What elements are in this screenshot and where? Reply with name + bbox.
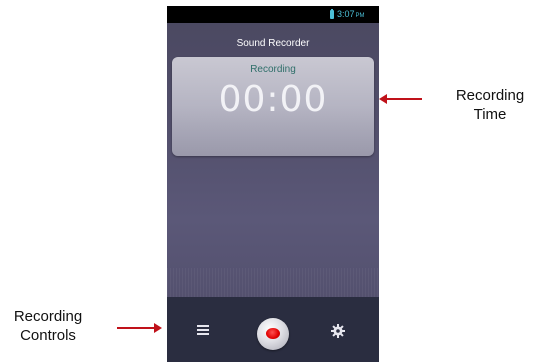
annotation-line: Time	[473, 106, 507, 123]
status-bar: 3:07PM	[167, 6, 379, 23]
background-texture-band	[167, 268, 379, 298]
record-button[interactable]	[257, 318, 289, 350]
app-title: Sound Recorder	[236, 38, 310, 49]
status-time-ampm: PM	[355, 13, 365, 19]
gear-icon	[331, 324, 345, 338]
screenshot-canvas: 3:07PM Sound Recorder Recording 00:00 Re…	[0, 0, 536, 362]
menu-button[interactable]	[197, 324, 211, 336]
recording-status-label: Recording	[250, 64, 296, 75]
menu-icon-line	[197, 329, 209, 331]
status-time-value: 3:07	[337, 9, 355, 19]
phone-screen: 3:07PM Sound Recorder Recording 00:00	[167, 6, 379, 362]
menu-icon-line	[197, 333, 209, 335]
recording-time-arrow	[379, 94, 422, 104]
arrow-head	[154, 323, 162, 333]
recording-controls-arrow	[117, 323, 162, 333]
recording-card: Recording 00:00	[172, 57, 374, 156]
annotation-line: Recording	[455, 87, 525, 104]
menu-icon	[197, 325, 209, 327]
recording-time-annotation: Recording Time	[444, 86, 536, 124]
annotation-line: Recording	[13, 308, 83, 325]
recording-controls-bar	[167, 297, 379, 362]
annotation-line: Controls	[20, 327, 76, 344]
battery-icon	[330, 9, 334, 19]
status-time: 3:07PM	[337, 9, 365, 19]
arrow-head	[379, 94, 387, 104]
record-icon	[266, 328, 280, 339]
settings-button[interactable]	[331, 324, 345, 338]
recording-timer: 00:00	[218, 79, 328, 120]
recording-controls-annotation: Recording Controls	[0, 307, 96, 345]
